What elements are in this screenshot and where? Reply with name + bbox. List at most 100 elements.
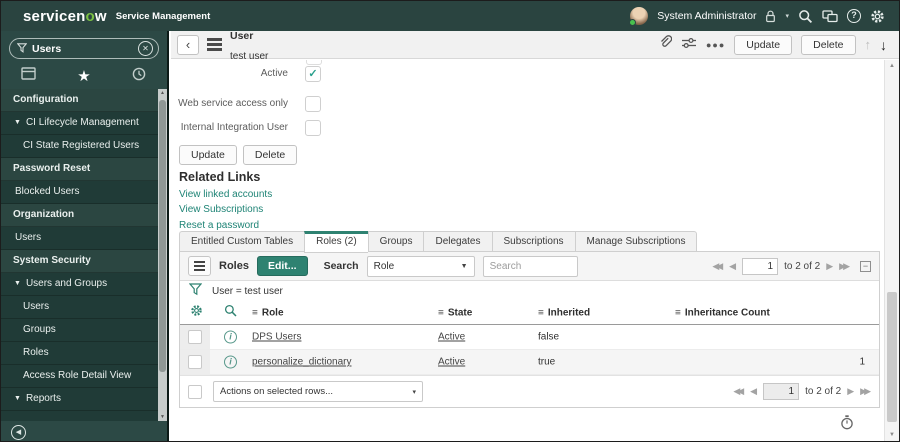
select-all-checkbox[interactable] xyxy=(188,384,202,399)
sidebar-section-configuration[interactable]: Configuration xyxy=(1,89,167,112)
list-context-menu-icon[interactable] xyxy=(188,256,211,276)
inherited-value: false xyxy=(538,331,560,343)
header-update-button[interactable]: Update xyxy=(734,34,793,55)
list-funnel-icon[interactable] xyxy=(188,282,203,301)
sidebar-section-system-security[interactable]: System Security xyxy=(1,250,167,273)
tab-roles[interactable]: Roles (2) xyxy=(304,231,368,253)
next-record-icon[interactable]: ↓ xyxy=(880,37,887,53)
attachment-paperclip-icon[interactable] xyxy=(658,35,673,54)
inherited-value: true xyxy=(538,356,556,368)
connect-chat-icon[interactable] xyxy=(822,9,838,23)
previous-page-icon[interactable]: ◀ xyxy=(729,261,736,272)
user-caret-icon[interactable]: ▾ xyxy=(785,12,789,20)
back-button[interactable]: ‹ xyxy=(177,34,199,55)
navigator-filter-input[interactable] xyxy=(32,42,133,55)
link-view-linked-accounts[interactable]: View linked accounts xyxy=(179,189,272,200)
sidebar-item-blocked-users[interactable]: Blocked Users xyxy=(1,181,167,204)
settings-gear-icon[interactable] xyxy=(870,9,885,24)
navigator-filter[interactable]: ✕ xyxy=(9,38,159,59)
tab-history[interactable] xyxy=(112,67,167,86)
sidebar-item-ci-lifecycle-management[interactable]: ▼ CI Lifecycle Management xyxy=(1,112,167,135)
global-search-icon[interactable] xyxy=(798,9,813,24)
header-delete-button[interactable]: Delete xyxy=(801,34,856,55)
list-search-input[interactable] xyxy=(482,255,578,277)
tab-subscriptions[interactable]: Subscriptions xyxy=(491,231,575,252)
help-icon[interactable]: ? xyxy=(847,9,861,23)
column-menu-icon[interactable]: ≡ xyxy=(675,308,681,319)
user-avatar[interactable] xyxy=(629,7,649,26)
filter-breadcrumb[interactable]: User = test user xyxy=(212,286,283,297)
column-header-state[interactable]: ≡ State xyxy=(438,308,472,319)
tab-groups[interactable]: Groups xyxy=(367,231,424,252)
first-page-icon[interactable]: ◀◀ xyxy=(733,386,744,397)
collapse-navigator-icon[interactable]: ◀ xyxy=(11,424,26,440)
sidebar-section-password-reset[interactable]: Password Reset xyxy=(1,158,167,181)
sidebar-item-access-role-detail-view[interactable]: Access Role Detail View xyxy=(1,365,167,388)
scroll-up-icon[interactable]: ▲ xyxy=(158,90,167,96)
link-reset-a-password[interactable]: Reset a password xyxy=(179,220,272,231)
column-menu-icon[interactable]: ≡ xyxy=(438,308,444,319)
list-personalize-gear-icon[interactable] xyxy=(190,304,203,322)
next-page-icon[interactable]: ▶ xyxy=(847,386,854,397)
sidebar-item-groups[interactable]: Groups xyxy=(1,319,167,342)
sidebar-scrollbar-thumb[interactable] xyxy=(159,100,166,372)
page-number-input[interactable] xyxy=(763,383,800,400)
actions-select[interactable]: Actions on selected rows... ▾ xyxy=(213,381,423,402)
role-link[interactable]: DPS Users xyxy=(252,332,301,343)
row-checkbox[interactable] xyxy=(188,355,202,369)
active-checkbox[interactable]: ✓ xyxy=(305,65,321,82)
list-header-row: ≡ Role ≡ State ≡ Inherited ≡ Inheritance Cou… xyxy=(180,302,879,325)
tab-all-applications[interactable] xyxy=(1,67,56,85)
update-button[interactable]: Update xyxy=(179,145,237,165)
sidebar-item-ci-state-registered-users[interactable]: CI State Registered Users xyxy=(1,135,167,158)
personalize-form-icon[interactable] xyxy=(681,36,697,54)
user-menu[interactable]: System Administrator xyxy=(657,10,756,22)
column-header-role[interactable]: ≡ Role xyxy=(252,308,284,319)
response-time-icon[interactable] xyxy=(840,415,854,435)
next-page-icon[interactable]: ▶ xyxy=(826,261,833,272)
sidebar-item-roles[interactable]: Roles xyxy=(1,342,167,365)
state-link[interactable]: Active xyxy=(438,332,465,343)
main-scrollbar-thumb[interactable] xyxy=(887,292,897,422)
last-page-icon[interactable]: ▶▶ xyxy=(839,261,850,272)
page-number-input[interactable] xyxy=(742,257,779,275)
column-menu-icon[interactable]: ≡ xyxy=(252,308,258,319)
info-icon[interactable]: i xyxy=(224,330,237,344)
sidebar-item-users[interactable]: Users xyxy=(1,227,167,250)
clear-filter-icon[interactable]: ✕ xyxy=(138,41,153,56)
sidebar-scrollbar[interactable]: ▲ ▼ xyxy=(158,89,167,421)
sidebar-item-users-2[interactable]: Users xyxy=(1,296,167,319)
sidebar-section-organization[interactable]: Organization xyxy=(1,204,167,227)
tab-delegates[interactable]: Delegates xyxy=(423,231,492,252)
internal-integration-user-checkbox[interactable] xyxy=(305,119,321,136)
edit-button[interactable]: Edit... xyxy=(256,256,308,276)
column-header-inheritance-count[interactable]: ≡ Inheritance Count xyxy=(675,308,770,319)
form-context-menu-icon[interactable] xyxy=(207,38,222,51)
tab-manage-subscriptions[interactable]: Manage Subscriptions xyxy=(574,231,698,252)
scroll-down-icon[interactable]: ▼ xyxy=(158,414,167,420)
role-link[interactable]: personalize_dictionary xyxy=(252,357,352,368)
column-menu-icon[interactable]: ≡ xyxy=(538,308,544,319)
list-search-icon[interactable] xyxy=(224,304,237,322)
main-scrollbar[interactable]: ▲ ▼ xyxy=(884,60,899,441)
tab-entitled-custom-tables[interactable]: Entitled Custom Tables xyxy=(179,231,305,252)
delete-button[interactable]: Delete xyxy=(242,145,298,165)
sidebar-item-users-and-groups[interactable]: ▼ Users and Groups xyxy=(1,273,167,296)
previous-page-icon[interactable]: ◀ xyxy=(750,386,757,397)
web-service-access-only-checkbox[interactable] xyxy=(305,95,321,112)
column-header-inherited[interactable]: ≡ Inherited xyxy=(538,308,590,319)
tab-favorites[interactable]: ★ xyxy=(56,67,111,86)
state-link[interactable]: Active xyxy=(438,357,465,368)
sidebar-item-reports[interactable]: ▼ Reports xyxy=(1,388,167,411)
first-page-icon[interactable]: ◀◀ xyxy=(712,261,723,272)
link-view-subscriptions[interactable]: View Subscriptions xyxy=(179,204,272,215)
last-page-icon[interactable]: ▶▶ xyxy=(860,386,871,397)
scroll-up-icon[interactable]: ▲ xyxy=(885,63,899,69)
minimize-list-icon[interactable]: − xyxy=(860,260,871,272)
info-icon[interactable]: i xyxy=(224,355,237,369)
scroll-down-icon[interactable]: ▼ xyxy=(885,432,899,438)
search-column-select[interactable]: Role ▼ xyxy=(366,255,475,277)
previous-record-icon[interactable]: ↑ xyxy=(865,37,872,52)
row-checkbox[interactable] xyxy=(188,330,202,344)
more-options-icon[interactable]: ●●● xyxy=(706,40,725,50)
